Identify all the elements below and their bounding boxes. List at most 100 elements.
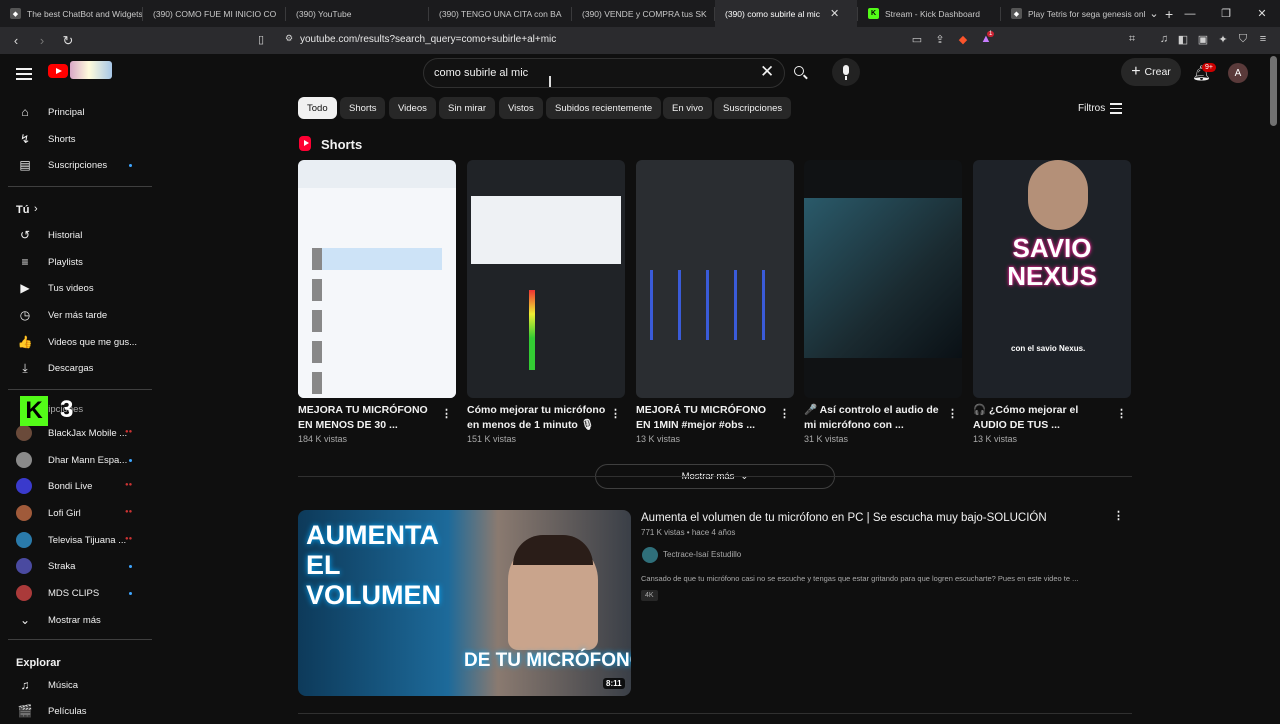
browser-tab[interactable]: (390) COMO FUE MI INICIO CO	[143, 0, 285, 27]
reload-icon[interactable]: ↻	[58, 33, 78, 49]
browser-tab[interactable]: ◆ The best ChatBot and Widgets	[0, 0, 142, 27]
chip-en-vivo[interactable]: En vivo	[663, 97, 713, 119]
minimize-button[interactable]: —	[1172, 8, 1208, 20]
chip-sin-mirar[interactable]: Sin mirar	[439, 97, 496, 119]
chip-shorts[interactable]: Shorts	[340, 97, 386, 119]
channel-name[interactable]: Tectrace-Isaí Estudillo	[663, 550, 741, 559]
avatar[interactable]: A	[1228, 63, 1248, 83]
sidebar-item[interactable]: Straka	[0, 553, 150, 579]
youtube-logo[interactable]	[48, 64, 68, 78]
chip-vistos[interactable]: Vistos	[499, 97, 543, 119]
movies-icon: 🎬	[17, 704, 33, 718]
brave-shield-icon[interactable]: ◆	[956, 33, 970, 47]
short-more-icon[interactable]: ⋮	[779, 407, 790, 420]
sidebar-item[interactable]: Dhar Mann Espa...	[0, 447, 150, 473]
leo-icon[interactable]: ✦	[1216, 33, 1230, 47]
search-input[interactable]: como subirle al mic	[434, 67, 528, 79]
youtube-doodle[interactable]	[70, 61, 112, 79]
short-more-icon[interactable]: ⋮	[610, 407, 621, 420]
short-more-icon[interactable]: ⋮	[1116, 407, 1127, 420]
bookmark-icon[interactable]: ▯	[258, 33, 264, 46]
properties-window	[471, 196, 621, 264]
sidebar-item[interactable]: ≡ Playlists	[0, 249, 150, 275]
sidebar-item[interactable]: ♫ Música	[0, 672, 150, 698]
chip-subidos-recientemente[interactable]: Subidos recientemente	[546, 97, 662, 119]
short-title[interactable]: MEJORÁ TU MICRÓFONO EN 1MIN #mejor #obs …	[636, 403, 776, 433]
wallet-icon[interactable]: ▣	[1196, 33, 1210, 47]
browser-tab[interactable]: (390) como subirle al mic ✕	[715, 0, 857, 27]
chip-videos[interactable]: Videos	[389, 97, 436, 119]
voice-search-button[interactable]	[832, 58, 860, 86]
download-icon: ⤓	[22, 360, 28, 375]
short-thumbnail[interactable]	[804, 160, 962, 398]
sidebar-item[interactable]: 👍 Videos que me gus...	[0, 329, 150, 355]
search-button[interactable]	[787, 60, 815, 86]
site-info-icon[interactable]: ⚙	[285, 33, 293, 44]
cast-icon[interactable]: ▭	[910, 33, 924, 47]
url-field[interactable]: youtube.com/results?search_query=como+su…	[300, 34, 556, 45]
short-more-icon[interactable]: ⋮	[947, 407, 958, 420]
clear-search-icon[interactable]: ✕	[760, 62, 774, 82]
short-thumbnail[interactable]	[636, 160, 794, 398]
scrollbar[interactable]	[1270, 56, 1277, 126]
history-icon: ↺	[19, 228, 31, 242]
channel-avatar[interactable]	[642, 547, 658, 563]
sidebar-item[interactable]: ↯ Shorts	[0, 126, 150, 152]
chip-suscripciones[interactable]: Suscripciones	[714, 97, 792, 119]
filters-button[interactable]: Filtros	[1078, 103, 1105, 114]
short-title[interactable]: 🎤 Así controlo el audio de mi micrófono …	[804, 403, 944, 433]
browser-tab[interactable]: (390) YouTube	[286, 0, 428, 27]
sidebar-item[interactable]: Televisa Tijuana ... ●●	[0, 527, 150, 553]
media-icon[interactable]: ♫	[1157, 33, 1171, 47]
divider	[8, 639, 152, 640]
back-icon[interactable]: ‹	[6, 33, 26, 48]
short-thumbnail[interactable]: SAVIO NEXUS con el savio Nexus.	[973, 160, 1131, 398]
sidebar-item[interactable]: 🎬 Películas	[0, 698, 150, 724]
filters-icon[interactable]	[1110, 103, 1122, 114]
share-icon[interactable]: ⇪	[933, 33, 947, 47]
screenshot-icon[interactable]: ⌗	[1125, 33, 1139, 47]
browser-tab[interactable]: ◆ Play Tetris for sega genesis onl	[1001, 0, 1157, 27]
short-title[interactable]: Cómo mejorar tu micrófono en menos de 1 …	[467, 403, 607, 433]
browser-tab[interactable]: (390) VENDE y COMPRA tus SK	[572, 0, 714, 27]
sidebar-item[interactable]: ▶ Tus videos	[0, 275, 150, 301]
short-title[interactable]: 🎧 ¿Cómo mejorar el AUDIO DE TUS ...	[973, 403, 1113, 433]
short-title[interactable]: MEJORA TU MICRÓFONO EN MENOS DE 30 ...	[298, 403, 438, 433]
sidebar-item[interactable]: Lofi Girl ●●	[0, 500, 150, 526]
forward-icon[interactable]: ›	[32, 33, 52, 48]
sidebar-item[interactable]: ⌂ Principal	[0, 99, 150, 125]
sidebar-item[interactable]: ⌄ Mostrar más	[0, 607, 150, 633]
search-box[interactable]: como subirle al mic ✕	[423, 58, 785, 88]
sidebar-item[interactable]: Bondi Live ●●	[0, 473, 150, 499]
close-tab-icon[interactable]: ✕	[830, 7, 839, 20]
close-window-button[interactable]: ✕	[1244, 7, 1280, 20]
tab-search-icon[interactable]: ⌄	[1136, 7, 1172, 20]
microphone-row	[312, 310, 442, 332]
short-more-icon[interactable]: ⋮	[441, 407, 452, 420]
vpn-icon[interactable]: ⛉	[1236, 33, 1250, 47]
menu-icon[interactable]: ≡	[1256, 33, 1270, 47]
browser-tab[interactable]: (390) TENGO UNA CITA con BA	[429, 0, 571, 27]
menu-icon[interactable]	[16, 65, 32, 83]
video-more-icon[interactable]: ⋮	[1113, 509, 1124, 522]
address-bar: ‹ › ↻ ▯ ⚙ youtube.com/results?search_que…	[0, 27, 1280, 54]
sidebar-item[interactable]: ↺ Historial	[0, 222, 150, 248]
sidebar-item[interactable]: ◷ Ver más tarde	[0, 302, 150, 328]
sidebar-item[interactable]: ▤ Suscripciones	[0, 152, 150, 178]
short-views: 151 K vistas	[467, 434, 517, 444]
sidebar-item[interactable]: MDS CLIPS	[0, 580, 150, 606]
sidebar-item-label: Tus videos	[48, 282, 94, 294]
maximize-button[interactable]: ❐	[1208, 7, 1244, 20]
short-thumbnail[interactable]	[298, 160, 456, 398]
video-title[interactable]: Aumenta el volumen de tu micrófono en PC…	[641, 512, 1047, 524]
like-icon: 👍	[17, 335, 33, 349]
sidebar-icon[interactable]: ◧	[1176, 33, 1190, 47]
short-thumbnail[interactable]	[467, 160, 625, 398]
video-thumbnail[interactable]: AUMENTA EL VOLUMEN DE TU MICRÓFONO	[298, 510, 631, 696]
browser-tab[interactable]: K Stream - Kick Dashboard	[858, 0, 1000, 27]
sidebar-item[interactable]: ⤓ Descargas	[0, 355, 150, 381]
create-button[interactable]: + Crear	[1121, 58, 1181, 86]
you-heading[interactable]: Tú	[16, 204, 29, 216]
chip-todo[interactable]: Todo	[298, 97, 337, 119]
thumbnail-overlay-text: SAVIO NEXUS	[1007, 233, 1097, 291]
